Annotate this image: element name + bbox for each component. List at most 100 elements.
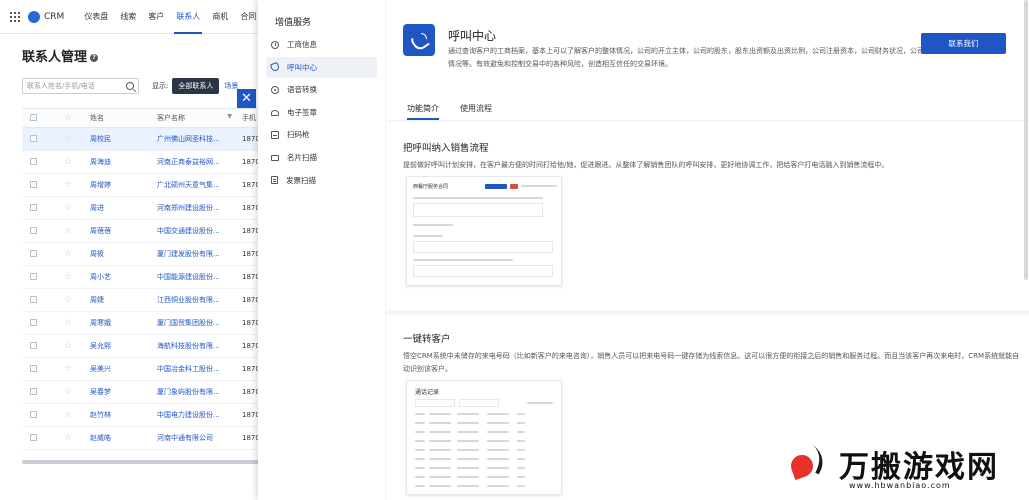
customer-name[interactable]: 厦门国贸集团股份... <box>155 318 238 328</box>
table-row[interactable]: ☆周校民广州佛山网圣科技...18703 <box>22 128 262 151</box>
customer-name[interactable]: 广州佛山网圣科技... <box>155 134 238 144</box>
contact-name[interactable]: 周校民 <box>88 134 155 144</box>
contact-name[interactable]: 周进 <box>88 203 155 213</box>
row-checkbox[interactable] <box>30 203 37 211</box>
row-checkbox[interactable] <box>30 387 37 395</box>
customer-name[interactable]: 中国能源建设股份... <box>155 272 238 282</box>
row-checkbox[interactable] <box>30 180 37 188</box>
close-drawer-button[interactable]: ✕ <box>237 89 256 108</box>
star-icon[interactable]: ☆ <box>48 226 88 236</box>
watermark: 万搬游戏网 www.hbwanbiao.com <box>783 440 1023 495</box>
table-row[interactable]: ☆吴春梦厦门象屿股份有限...18703 <box>22 381 262 404</box>
nav-opportunities[interactable]: 商机 <box>206 0 234 34</box>
table-row[interactable]: ☆周进河南郑州建设股份...18703 <box>22 197 262 220</box>
search-icon[interactable] <box>126 82 134 90</box>
row-checkbox[interactable] <box>30 134 37 142</box>
nav-leads[interactable]: 线索 <box>114 0 142 34</box>
contact-name[interactable]: 周寒娥 <box>88 318 155 328</box>
horizontal-scrollbar[interactable] <box>22 460 262 464</box>
star-icon[interactable]: ☆ <box>48 272 88 282</box>
row-checkbox[interactable] <box>30 433 37 441</box>
table-row[interactable]: ☆周婕江西铜业股份有限...18703 <box>22 289 262 312</box>
star-icon[interactable]: ☆ <box>48 295 88 305</box>
nav-contacts[interactable]: 联系人 <box>170 0 206 34</box>
vertical-scrollbar[interactable] <box>1024 0 1028 280</box>
row-checkbox[interactable] <box>30 318 37 326</box>
star-icon[interactable]: ☆ <box>48 180 88 190</box>
customer-name[interactable]: 河南正商泰益裕网... <box>155 157 238 167</box>
star-icon[interactable]: ☆ <box>48 387 88 397</box>
star-icon[interactable]: ☆ <box>48 433 88 443</box>
star-icon[interactable]: ☆ <box>48 249 88 259</box>
select-all-checkbox[interactable] <box>30 113 37 121</box>
contact-name[interactable]: 周小艺 <box>88 272 155 282</box>
row-checkbox[interactable] <box>30 341 37 349</box>
row-checkbox[interactable] <box>30 226 37 234</box>
table-row[interactable]: ☆周蓓蓓中国交通建设股份...18703 <box>22 220 262 243</box>
customer-name[interactable]: 厦门建发股份有限... <box>155 249 238 259</box>
table-row[interactable]: ☆周筱厦门建发股份有限...18703 <box>22 243 262 266</box>
contact-us-button[interactable]: 联系我们 <box>921 33 1006 54</box>
sidebar-item-phone[interactable]: 呼叫中心 <box>266 56 377 78</box>
apps-grid-icon[interactable] <box>10 11 20 22</box>
row-checkbox[interactable] <box>30 157 37 165</box>
row-checkbox[interactable] <box>30 364 37 372</box>
nav-customers[interactable]: 客户 <box>142 0 170 34</box>
scene-filter-button[interactable]: 全部联系人 <box>172 78 220 94</box>
star-icon[interactable]: ☆ <box>48 341 88 351</box>
customer-name[interactable]: 江西铜业股份有限... <box>155 295 238 305</box>
table-row[interactable]: ☆周增婷广北硕州天意气集...18703 <box>22 174 262 197</box>
table-row[interactable]: ☆周海迪河南正商泰益裕网...18703 <box>22 151 262 174</box>
table-row[interactable]: ☆吴允熙海航科技股份有限...18703 <box>22 335 262 358</box>
contact-name[interactable]: 吴允熙 <box>88 341 155 351</box>
sidebar-item-invoice[interactable]: 发票扫描 <box>266 170 377 191</box>
customer-name[interactable]: 河南郑州建设股份... <box>155 203 238 213</box>
contact-search-input[interactable] <box>27 82 117 90</box>
table-row[interactable]: ☆周寒娥厦门国贸集团股份...18703 <box>22 312 262 335</box>
contact-name[interactable]: 周增婷 <box>88 180 155 190</box>
table-row[interactable]: ☆赵威皓河南中通有限公司18703 <box>22 427 262 450</box>
tab-features[interactable]: 功能简介 <box>407 103 439 120</box>
customer-name[interactable]: 中国冶金科工股份... <box>155 364 238 374</box>
header-customer[interactable]: 客户名称 ▼ <box>155 113 238 123</box>
table-row[interactable]: ☆赵竹林中国电力建设股份...18703 <box>22 404 262 427</box>
customer-name[interactable]: 广北硕州天意气集... <box>155 180 238 190</box>
sidebar-item-info[interactable]: 工商信息 <box>266 34 377 55</box>
table-row[interactable]: ☆周小艺中国能源建设股份...18703 <box>22 266 262 289</box>
contact-name[interactable]: 周筱 <box>88 249 155 259</box>
sidebar-item-sign[interactable]: 电子签章 <box>266 102 377 123</box>
customer-name[interactable]: 河南中通有限公司 <box>155 433 238 443</box>
star-icon[interactable]: ☆ <box>48 318 88 328</box>
help-icon[interactable]: ? <box>90 53 99 62</box>
table-row[interactable]: ☆吴美兴中国冶金科工股份...18703 <box>22 358 262 381</box>
star-icon[interactable]: ☆ <box>48 157 88 167</box>
contact-name[interactable]: 赵竹林 <box>88 410 155 420</box>
star-icon[interactable]: ☆ <box>48 364 88 374</box>
contact-name[interactable]: 周海迪 <box>88 157 155 167</box>
row-checkbox[interactable] <box>30 249 37 257</box>
header-name[interactable]: 姓名 <box>88 113 155 123</box>
customer-name[interactable]: 中国交通建设股份... <box>155 226 238 236</box>
contact-name[interactable]: 赵威皓 <box>88 433 155 443</box>
customer-name[interactable]: 厦门象屿股份有限... <box>155 387 238 397</box>
mock-line <box>413 235 443 237</box>
sidebar-item-voice[interactable]: 语音转换 <box>266 79 377 100</box>
sidebar-item-card[interactable]: 名片扫描 <box>266 147 377 168</box>
tab-usage-flow[interactable]: 使用流程 <box>460 103 492 120</box>
row-checkbox[interactable] <box>30 295 37 303</box>
star-icon[interactable]: ☆ <box>48 134 88 144</box>
customer-name[interactable]: 海航科技股份有限... <box>155 341 238 351</box>
nav-dashboard[interactable]: 仪表盘 <box>78 0 114 34</box>
customer-name[interactable]: 中国电力建设股份... <box>155 410 238 420</box>
row-checkbox[interactable] <box>30 272 37 280</box>
contact-name[interactable]: 周婕 <box>88 295 155 305</box>
star-icon[interactable]: ☆ <box>48 410 88 420</box>
sort-icon[interactable]: ▼ <box>227 113 232 123</box>
contact-name[interactable]: 周蓓蓓 <box>88 226 155 236</box>
contact-name[interactable]: 吴春梦 <box>88 387 155 397</box>
watermark-logo-icon <box>783 443 829 489</box>
star-icon[interactable]: ☆ <box>48 203 88 213</box>
sidebar-item-qr[interactable]: 扫码枪 <box>266 124 377 145</box>
row-checkbox[interactable] <box>30 410 37 418</box>
contact-name[interactable]: 吴美兴 <box>88 364 155 374</box>
